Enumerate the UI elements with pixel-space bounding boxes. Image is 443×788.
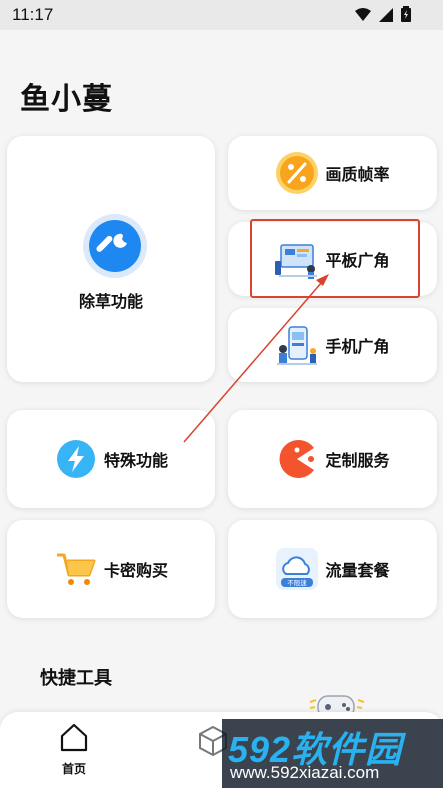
feature-label: 除草功能 — [78, 292, 143, 311]
feature-card-custom[interactable]: 定制服务 — [228, 410, 437, 508]
percent-icon — [275, 151, 319, 195]
nav-home[interactable]: 首页 — [46, 722, 102, 782]
feature-label: 画质帧率 — [325, 165, 390, 184]
lightning-icon — [54, 437, 98, 481]
feature-card-special[interactable]: 特殊功能 — [7, 410, 215, 508]
feature-label: 卡密购买 — [103, 561, 168, 580]
shopping-cart-icon — [54, 547, 98, 591]
quick-tools-title: 快捷工具 — [40, 668, 112, 689]
status-bar: 11:17 — [0, 0, 443, 30]
status-icons — [355, 6, 411, 26]
wrench-icon — [89, 220, 141, 272]
phone-illustration-icon — [275, 323, 319, 367]
pacman-icon — [275, 437, 319, 481]
feature-label: 流量套餐 — [325, 561, 390, 580]
feature-label: 手机广角 — [325, 337, 390, 356]
cloud-icon: 不限速 — [275, 547, 319, 591]
feature-card-weed[interactable]: 除草功能 — [7, 136, 215, 382]
highlight-box — [250, 219, 420, 298]
app-title: 鱼小蔓 — [20, 82, 113, 117]
home-icon — [59, 723, 89, 756]
traffic-badge: 不限速 — [288, 578, 308, 587]
feature-card-traffic[interactable]: 不限速 流量套餐 — [228, 520, 437, 618]
battery-icon — [401, 6, 411, 26]
feature-card-phone[interactable]: 手机广角 — [228, 308, 437, 382]
wrench-icon-background — [83, 214, 147, 278]
wifi-icon — [355, 7, 371, 26]
feature-label: 特殊功能 — [103, 451, 168, 470]
feature-label: 定制服务 — [325, 451, 390, 470]
feature-card-purchase[interactable]: 卡密购买 — [7, 520, 215, 618]
feature-card-quality[interactable]: 画质帧率 — [228, 136, 437, 210]
status-time: 11:17 — [12, 5, 54, 24]
signal-icon — [379, 7, 393, 26]
watermark: 592软件园 www.592xiazai.com — [222, 719, 443, 788]
watermark-url: www.592xiazai.com — [230, 763, 380, 782]
nav-home-label: 首页 — [61, 762, 86, 776]
